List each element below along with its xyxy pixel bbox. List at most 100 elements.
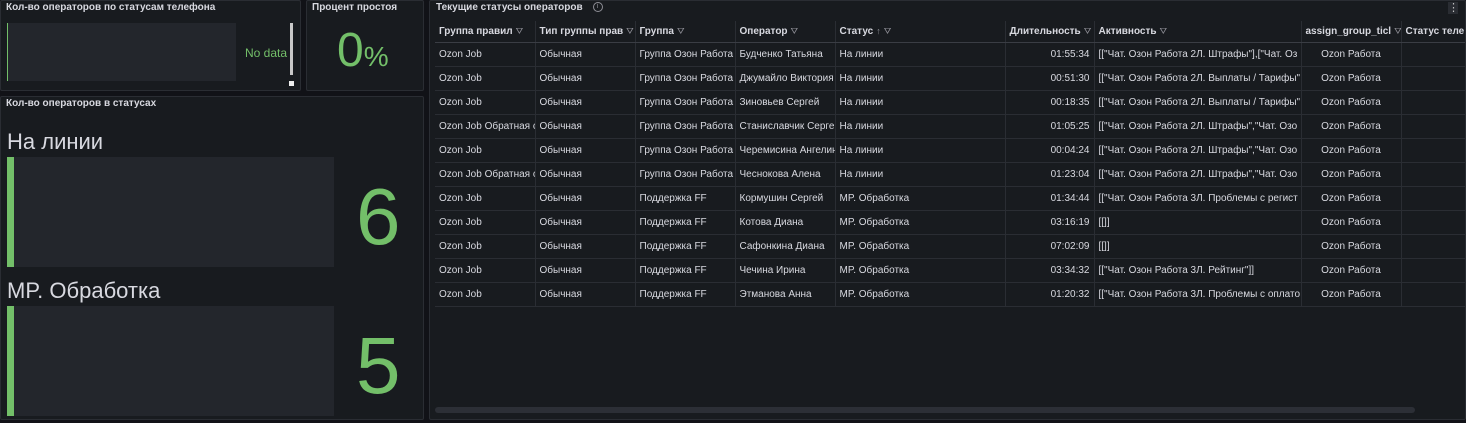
table-cell bbox=[1401, 234, 1465, 259]
stat-bar-online bbox=[7, 157, 334, 267]
table-cell: MP. Обработка bbox=[835, 234, 1006, 259]
table-cell: Обычная bbox=[535, 162, 636, 187]
table-cell: Обычная bbox=[535, 282, 636, 307]
table-cell: Поддержка FF bbox=[635, 258, 736, 283]
table-cell: MP. Обработка bbox=[835, 186, 1006, 211]
table-cell: Группа Озон Работа bbox=[635, 162, 736, 187]
column-header[interactable]: Длительность ⛛ bbox=[1005, 21, 1095, 43]
table-cell: Ozon Работа bbox=[1301, 162, 1402, 187]
column-header[interactable]: Оператор ⛛ bbox=[735, 21, 836, 43]
table-cell: Ozon Работа bbox=[1301, 186, 1402, 211]
table-row[interactable]: Ozon Job Обычная Группа Озон Работа Черемис… bbox=[435, 138, 1465, 163]
table-cell: [["Чат. Озон Работа 2Л. Выплаты / Тарифы… bbox=[1094, 90, 1302, 115]
column-header[interactable]: Группа ⛛ bbox=[635, 21, 736, 43]
table-cell: 00:04:24 bbox=[1005, 138, 1095, 163]
panel-menu-icon[interactable]: ⋮ bbox=[1448, 2, 1459, 14]
column-header-label: Активность bbox=[1098, 26, 1157, 37]
table-cell bbox=[1401, 186, 1465, 211]
table-cell: Сафонкина Диана bbox=[735, 234, 836, 259]
table-cell: Группа Озон Работа bbox=[635, 90, 736, 115]
table-cell: Ozon Работа bbox=[1301, 42, 1402, 67]
idle-percent-number: 0 bbox=[337, 24, 364, 77]
table-cell: Ozon Работа bbox=[1301, 114, 1402, 139]
panel-title[interactable]: Кол-во операторов в статусах bbox=[6, 98, 156, 109]
table-cell: Ozon Job Обратная свя bbox=[435, 114, 536, 139]
table-cell: [["Чат. Озон Работа 2Л. Штрафы"],["Чат. … bbox=[1094, 42, 1302, 67]
table-row[interactable]: Ozon Job Обычная Поддержка FF Сафонкина Диа… bbox=[435, 234, 1465, 259]
table-row[interactable]: Ozon Job Обычная Группа Озон Работа Будченк… bbox=[435, 42, 1465, 67]
panel-title[interactable]: Процент простоя bbox=[312, 2, 397, 13]
table-row[interactable]: Ozon Job Обычная Группа Озон Работа Джумайл… bbox=[435, 66, 1465, 91]
horizontal-scrollbar[interactable] bbox=[435, 407, 1415, 413]
table-cell: MP. Обработка bbox=[835, 210, 1006, 235]
table-cell: [["Чат. Озон Работа 3Л. Проблемы с оплат… bbox=[1094, 282, 1302, 307]
table-cell: Группа Озон Работа bbox=[635, 138, 736, 163]
table-row[interactable]: Ozon Job Обратная свяОбычнаяГруппа Озон … bbox=[435, 162, 1465, 187]
table-cell: Поддержка FF bbox=[635, 210, 736, 235]
filter-icon[interactable]: ⛛ bbox=[791, 26, 799, 36]
current-status-panel: Текущие статусы операторов i ⋮ Группа пра… bbox=[429, 0, 1466, 420]
panel-title[interactable]: Текущие статусы операторов i bbox=[436, 2, 603, 13]
table-cell: Чеснокова Алена bbox=[735, 162, 836, 187]
table-cell: Ozon Работа bbox=[1301, 258, 1402, 283]
table-cell: Обычная bbox=[535, 90, 636, 115]
table-row[interactable]: Ozon Job Обычная Поддержка FF Чечина Ирина M… bbox=[435, 258, 1465, 283]
column-header[interactable]: Статус ↑ ⛛ bbox=[835, 21, 1006, 43]
table-cell: Станиславчик Сергей bbox=[735, 114, 836, 139]
column-header[interactable]: Статус теле bbox=[1401, 21, 1465, 43]
info-icon[interactable]: i bbox=[592, 2, 603, 13]
table-cell: Чечина Ирина bbox=[735, 258, 836, 283]
table-cell: Котова Диана bbox=[735, 210, 836, 235]
panel-title[interactable]: Кол-во операторов по статусам телефона bbox=[6, 2, 215, 13]
column-header[interactable]: Тип группы прав ⛛ bbox=[535, 21, 636, 43]
table-cell: Ozon Работа bbox=[1301, 282, 1402, 307]
column-header-label: assign_group_ticl bbox=[1305, 26, 1392, 37]
column-header[interactable]: Активность ⛛ bbox=[1094, 21, 1302, 43]
table-cell bbox=[1401, 138, 1465, 163]
table-cell: Зиновьев Сергей bbox=[735, 90, 836, 115]
column-header[interactable]: assign_group_ticl ⛛ bbox=[1301, 21, 1402, 43]
filter-icon[interactable]: ⛛ bbox=[1394, 26, 1400, 36]
legend-scrollbar[interactable] bbox=[290, 23, 293, 75]
table-cell: Обычная bbox=[535, 234, 636, 259]
column-header[interactable]: Группа правил ⛛ bbox=[435, 21, 536, 43]
column-header-label: Тип группы прав bbox=[539, 26, 624, 37]
no-data-label: No data bbox=[245, 46, 288, 60]
filter-icon[interactable]: ⛛ bbox=[677, 26, 685, 36]
filter-icon[interactable]: ⛛ bbox=[516, 26, 524, 36]
table-cell: Обычная bbox=[535, 258, 636, 283]
table-cell: Ozon Job bbox=[435, 138, 536, 163]
table-cell: Обычная bbox=[535, 210, 636, 235]
table-cell: Ozon Job bbox=[435, 210, 536, 235]
table-cell: На линии bbox=[835, 90, 1006, 115]
filter-icon[interactable]: ⛛ bbox=[626, 26, 634, 36]
table-cell: 01:55:34 bbox=[1005, 42, 1095, 67]
table-cell: На линии bbox=[835, 42, 1006, 67]
table-row[interactable]: Ozon Job Обычная Поддержка FF Этманова Анна… bbox=[435, 282, 1465, 307]
table-cell bbox=[1401, 90, 1465, 115]
table-cell: 00:51:30 bbox=[1005, 66, 1095, 91]
table-cell: Обычная bbox=[535, 186, 636, 211]
table-row[interactable]: Ozon Job Обычная Группа Озон Работа Зиновье… bbox=[435, 90, 1465, 115]
table-cell: 01:05:25 bbox=[1005, 114, 1095, 139]
table-row[interactable]: Ozon Job Обычная Поддержка FF Кормушин Серг… bbox=[435, 186, 1465, 211]
table-cell: 01:20:32 bbox=[1005, 282, 1095, 307]
table-cell: 07:02:09 bbox=[1005, 234, 1095, 259]
table-cell: Ozon Работа bbox=[1301, 90, 1402, 115]
filter-icon[interactable]: ⛛ bbox=[1160, 26, 1168, 36]
table-cell bbox=[1401, 258, 1465, 283]
table-cell bbox=[1401, 282, 1465, 307]
table-cell: Группа Озон Работа bbox=[635, 114, 736, 139]
table-cell: Обычная bbox=[535, 42, 636, 67]
table-row[interactable]: Ozon Job Обратная свяОбычнаяГруппа Озон … bbox=[435, 114, 1465, 139]
table-cell: На линии bbox=[835, 114, 1006, 139]
filter-icon[interactable]: ⛛ bbox=[884, 26, 892, 36]
filter-icon[interactable]: ⛛ bbox=[1084, 26, 1092, 36]
chart-axis bbox=[7, 23, 8, 81]
table-cell: [["Чат. Озон Работа 2Л. Штрафы","Чат. Оз… bbox=[1094, 162, 1302, 187]
table-row[interactable]: Ozon Job Обычная Поддержка FF Котова Диана M… bbox=[435, 210, 1465, 235]
resize-handle[interactable] bbox=[289, 81, 294, 86]
sort-asc-icon[interactable]: ↑ bbox=[876, 26, 881, 36]
table-cell: Ozon Работа bbox=[1301, 210, 1402, 235]
table-cell: Ozon Работа bbox=[1301, 138, 1402, 163]
